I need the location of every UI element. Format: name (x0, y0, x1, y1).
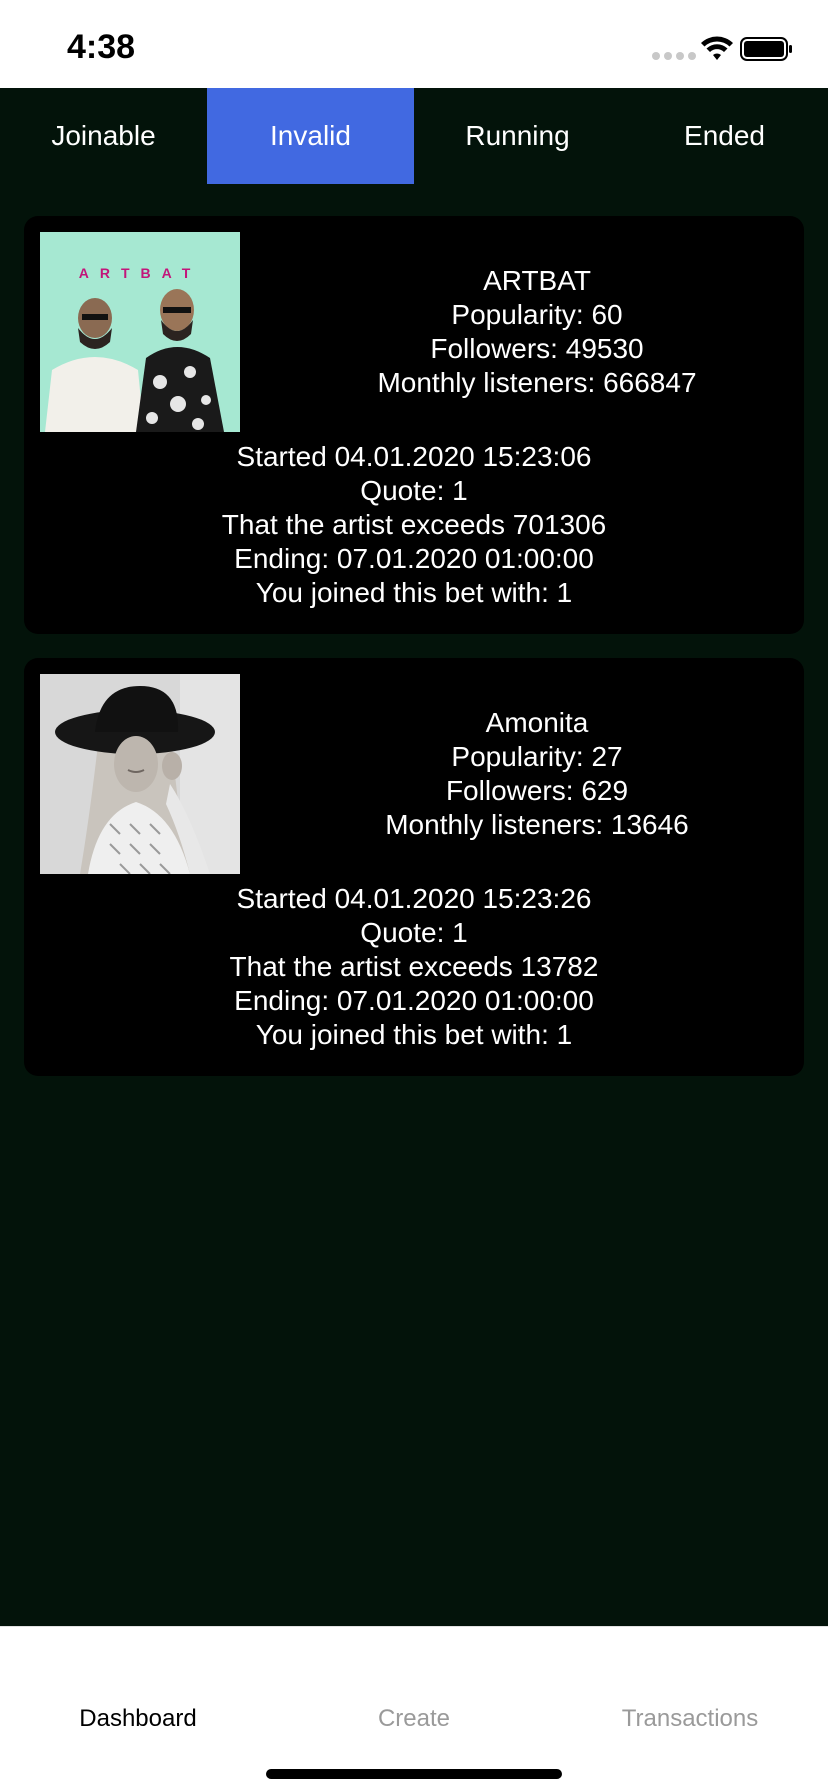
amonita-photo (40, 674, 240, 874)
cellular-signal-icon (652, 52, 696, 60)
wifi-icon (701, 36, 733, 60)
bet-details: Started 04.01.2020 15:23:26 Quote: 1 Tha… (24, 882, 804, 1052)
tab-invalid[interactable]: Invalid (207, 88, 414, 184)
artist-image (40, 674, 240, 874)
artist-name: ARTBAT (483, 265, 591, 296)
bet-card[interactable]: ARTBAT ARTBAT Popularity: 60 Followers: … (24, 216, 804, 634)
nav-dashboard[interactable]: Dashboard (0, 1705, 276, 1733)
nav-create[interactable]: Create (276, 1705, 552, 1733)
bet-condition: That the artist exceeds 13782 (229, 951, 599, 982)
status-bar: 4:38 (0, 0, 828, 88)
battery-icon (740, 37, 792, 61)
artist-image: ARTBAT (40, 232, 240, 432)
bet-quote: Quote: 1 (360, 917, 468, 948)
bet-card[interactable]: Amonita Popularity: 27 Followers: 629 Mo… (24, 658, 804, 1076)
tab-joinable[interactable]: Joinable (0, 88, 207, 184)
artist-popularity: Popularity: 27 (451, 741, 623, 772)
bet-details: Started 04.01.2020 15:23:06 Quote: 1 Tha… (24, 440, 804, 610)
bet-quote: Quote: 1 (360, 475, 468, 506)
status-time: 4:38 (67, 28, 136, 66)
tab-running[interactable]: Running (414, 88, 621, 184)
artist-followers: Followers: 629 (445, 775, 629, 806)
artist-followers: Followers: 49530 (430, 333, 644, 364)
bottom-tab-bar: Dashboard Create Transactions (0, 1626, 828, 1792)
home-indicator[interactable] (266, 1769, 562, 1779)
dashboard-content: Joinable Invalid Running Ended ARTBAT AR… (0, 88, 828, 1626)
artist-monthly-listeners: Monthly listeners: 13646 (385, 809, 689, 840)
artist-popularity: Popularity: 60 (451, 299, 623, 330)
cover-logo-text: ARTBAT (79, 265, 202, 281)
artist-stats: ARTBAT Popularity: 60 Followers: 49530 M… (324, 264, 750, 400)
bet-status-tabs: Joinable Invalid Running Ended (0, 88, 828, 184)
artbat-cover-art: ARTBAT (40, 232, 240, 432)
bet-started: Started 04.01.2020 15:23:26 (236, 883, 592, 914)
bet-condition: That the artist exceeds 701306 (221, 509, 607, 540)
bet-ending: Ending: 07.01.2020 01:00:00 (234, 985, 594, 1016)
bet-ending: Ending: 07.01.2020 01:00:00 (234, 543, 594, 574)
app-screen: 4:38 Joinable Invalid Running Ended ARTB… (0, 0, 828, 1792)
artist-monthly-listeners: Monthly listeners: 666847 (377, 367, 697, 398)
artist-stats: Amonita Popularity: 27 Followers: 629 Mo… (324, 706, 750, 842)
nav-transactions[interactable]: Transactions (552, 1705, 828, 1733)
bet-joined-amount: You joined this bet with: 1 (255, 1019, 573, 1050)
bet-started: Started 04.01.2020 15:23:06 (236, 441, 592, 472)
tab-ended[interactable]: Ended (621, 88, 828, 184)
bet-joined-amount: You joined this bet with: 1 (255, 577, 573, 608)
artist-name: Amonita (485, 707, 589, 738)
